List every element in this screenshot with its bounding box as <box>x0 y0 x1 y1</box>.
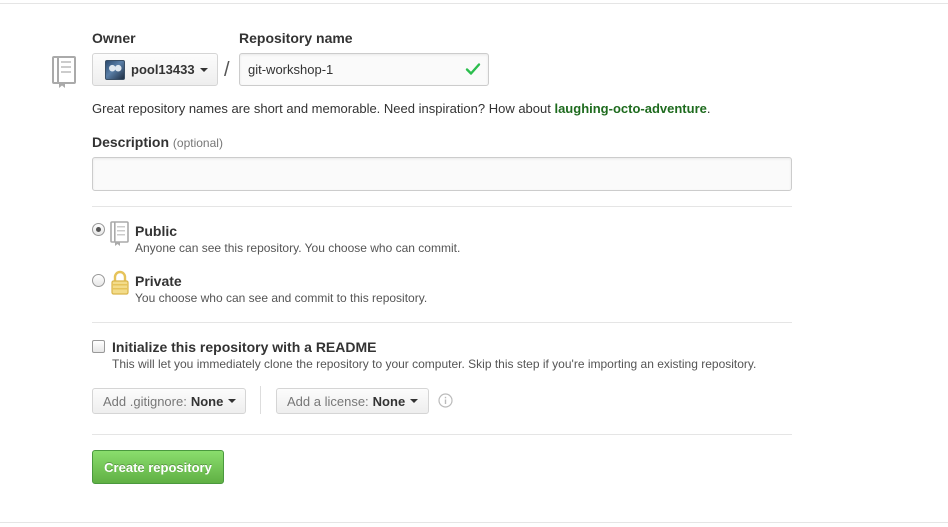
owner-repo-separator: / <box>224 59 230 81</box>
repo-icon <box>52 56 76 91</box>
private-radio[interactable] <box>92 274 105 287</box>
gitignore-label: Add .gitignore: <box>103 393 187 409</box>
info-icon[interactable] <box>438 393 453 411</box>
top-divider <box>0 3 948 4</box>
public-radio[interactable] <box>92 223 105 236</box>
repo-icon <box>110 221 130 250</box>
hint-text: Great repository names are short and mem… <box>92 101 555 116</box>
check-icon <box>465 61 481 80</box>
optional-tag: (optional) <box>172 136 223 150</box>
divider <box>92 434 792 435</box>
bottom-divider <box>0 522 948 523</box>
repository-name-hint: Great repository names are short and mem… <box>92 101 710 116</box>
owner-value: pool13433 <box>131 62 195 77</box>
readme-checkbox[interactable] <box>92 340 105 353</box>
readme-title: Initialize this repository with a README <box>112 339 377 355</box>
private-description: You choose who can see and commit to thi… <box>135 291 428 305</box>
lock-icon <box>110 270 130 299</box>
description-label: Description (optional) <box>92 134 223 150</box>
chevron-down-icon <box>228 399 237 403</box>
readme-description: This will let you immediately clone the … <box>112 357 757 371</box>
license-label: Add a license: <box>287 393 369 409</box>
divider <box>92 322 792 323</box>
gitignore-select-button[interactable]: Add .gitignore: None <box>92 388 246 414</box>
public-title: Public <box>135 223 178 239</box>
private-title: Private <box>135 273 182 289</box>
owner-label: Owner <box>92 30 136 46</box>
hint-end: . <box>706 101 711 116</box>
divider <box>92 206 792 207</box>
gitignore-value: None <box>190 393 224 409</box>
license-select-button[interactable]: Add a license: None <box>276 388 429 414</box>
create-repository-button[interactable]: Create repository <box>92 450 224 484</box>
vertical-divider <box>260 386 261 414</box>
description-label-text: Description <box>92 134 170 150</box>
owner-select-button[interactable]: pool13433 <box>92 53 218 86</box>
license-value: None <box>372 393 406 409</box>
repository-name-label: Repository name <box>239 30 353 46</box>
chevron-down-icon <box>199 67 208 72</box>
public-description: Anyone can see this repository. You choo… <box>135 241 461 255</box>
description-input[interactable] <box>92 157 792 191</box>
repository-name-input[interactable] <box>239 53 489 86</box>
chevron-down-icon <box>410 399 419 403</box>
avatar <box>105 59 125 80</box>
name-suggestion-link[interactable]: laughing-octo-adventure <box>554 101 706 116</box>
